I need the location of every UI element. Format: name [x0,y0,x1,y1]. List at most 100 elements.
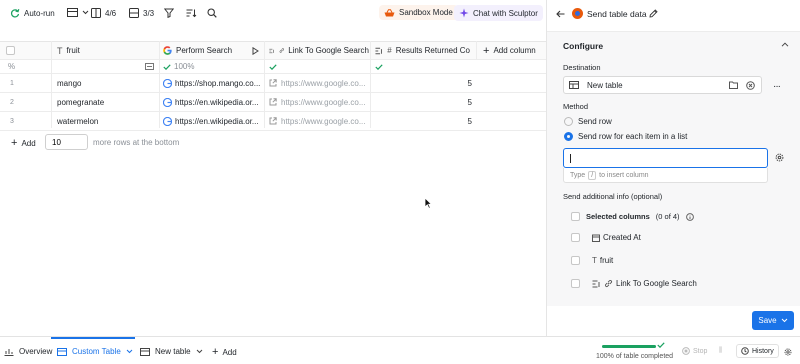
radio-checked[interactable] [564,132,573,141]
column-divider [264,41,265,128]
column-header-perform-search[interactable]: Perform Search [163,42,263,59]
plus-icon: + [483,44,490,57]
toolbar: Auto-run 4/6 3/3 Sandbox Mode Chat with … [0,0,546,28]
chat-label: Chat with Sculptor [473,8,538,18]
history-button[interactable]: History [736,344,779,358]
table-progress-bar [602,345,656,348]
destination-label: Destination [563,63,601,72]
view-menu-button[interactable] [67,8,89,17]
method-label: Method [563,102,589,111]
columns-icon [91,8,101,18]
select-all-checkbox[interactable] [6,42,22,59]
settings-gear-icon[interactable] [775,153,784,162]
cell-link[interactable]: https://www.google.co... [269,74,369,92]
info-icon[interactable] [685,212,694,221]
list-column-input[interactable] [563,148,768,168]
cell-results[interactable]: 5 [375,74,472,92]
cell-results[interactable]: 5 [375,93,472,111]
back-arrow-icon[interactable] [556,10,565,18]
formula-icon [592,280,600,287]
table-icon [140,347,150,356]
cell-link[interactable]: https://www.google.co... [269,112,369,130]
summary-search-progress: 100% [163,60,223,73]
rows-count: 3/3 [143,8,155,18]
rows-visibility-button[interactable]: 3/3 [129,8,154,18]
method-option-send-row[interactable]: Send row [564,117,612,126]
table-row[interactable]: 2 pomegranate https://en.wikipedia.or...… [0,93,552,112]
clear-circle-icon[interactable] [746,80,755,90]
add-rows-button[interactable]: + Add [11,137,36,149]
check-icon [657,342,665,348]
add-column-button[interactable]: + Add column [483,42,553,59]
tab-new-table[interactable]: New table [140,347,203,356]
destination-select[interactable]: New table [563,76,762,94]
plus-icon: + [212,346,219,358]
progress-text: 100% of table completed [596,353,674,360]
cell-search[interactable]: https://shop.mango.co... [163,74,266,92]
column-header-link[interactable]: Link To Google Search [269,42,369,59]
chevron-down-icon[interactable] [126,349,133,354]
radio-unchecked[interactable] [564,117,573,126]
configure-section: Configure Destination New table ··· Meth… [547,31,800,306]
play-icon[interactable] [252,46,259,55]
selected-columns-header[interactable]: Selected columns (0 of 4) [571,212,694,221]
panel-title: Send table data [587,9,647,19]
method-option-send-list[interactable]: Send row for each item in a list [564,132,687,141]
add-tab-button[interactable]: + Add [212,346,237,358]
google-icon [163,97,172,107]
tab-custom-table[interactable]: Custom Table [57,347,133,356]
cell-search[interactable]: https://en.wikipedia.or... [163,93,266,111]
text-caret [570,154,571,163]
column-checkbox[interactable] [571,256,580,265]
google-icon [163,46,172,55]
autorun-button[interactable]: Auto-run [10,8,55,18]
cell-fruit[interactable]: watermelon [57,112,157,130]
chat-sculptor-button[interactable]: Chat with Sculptor [454,5,543,21]
cell-fruit[interactable]: mango [57,74,157,92]
table-row[interactable]: 3 watermelon https://en.wikipedia.or... … [0,112,552,131]
sort-icon [186,9,197,18]
sparkle-icon [459,8,469,18]
search-icon [207,8,217,18]
filter-button[interactable] [164,8,174,18]
stop-button[interactable]: Stop [682,347,707,355]
active-tab-indicator [51,337,135,339]
column-option-created-at[interactable]: Created At [571,233,641,242]
cell-fruit[interactable]: pomegranate [57,93,157,111]
table-row[interactable]: 1 mango https://shop.mango.co... https:/… [0,74,552,93]
sandbox-icon [384,8,395,16]
cell-search[interactable]: https://en.wikipedia.or... [163,112,266,130]
select-all-columns-checkbox[interactable] [571,212,580,221]
check-icon [375,63,383,70]
search-button[interactable] [207,8,217,18]
folder-open-icon[interactable] [729,81,738,89]
table-icon [569,81,579,89]
formula-icon [269,48,274,53]
chevron-down-icon[interactable] [196,349,203,354]
column-option-fruit[interactable]: T fruit [571,256,613,265]
cell-results[interactable]: 5 [375,112,472,130]
column-header-results[interactable]: # Results Returned Co [375,42,470,59]
cell-link[interactable]: https://www.google.co... [269,93,369,111]
more-options-icon[interactable]: ··· [773,81,781,92]
summary-type-icon [145,60,155,73]
sort-button[interactable] [186,8,197,18]
plus-icon: + [11,137,18,149]
summary-link-check [269,60,281,73]
columns-visibility-button[interactable]: 4/6 [91,8,116,18]
add-rows-count-input[interactable] [45,134,88,150]
chevron-up-icon[interactable] [781,42,789,47]
column-checkbox[interactable] [571,279,580,288]
column-checkbox[interactable] [571,233,580,242]
column-option-link[interactable]: Link To Google Search [571,279,697,288]
sandbox-mode-button[interactable]: Sandbox Mode [379,5,458,20]
autorun-label: Auto-run [24,8,55,18]
sandbox-label: Sandbox Mode [399,8,453,17]
tab-overview[interactable]: Overview [4,347,52,356]
edit-pencil-icon[interactable] [649,9,658,18]
column-divider [476,41,477,60]
columns-settings-icon[interactable]: ⫼ [719,347,722,355]
column-header-fruit[interactable]: T fruit [57,42,157,59]
settings-gear-icon[interactable] [784,348,792,356]
save-button[interactable]: Save [752,311,794,330]
